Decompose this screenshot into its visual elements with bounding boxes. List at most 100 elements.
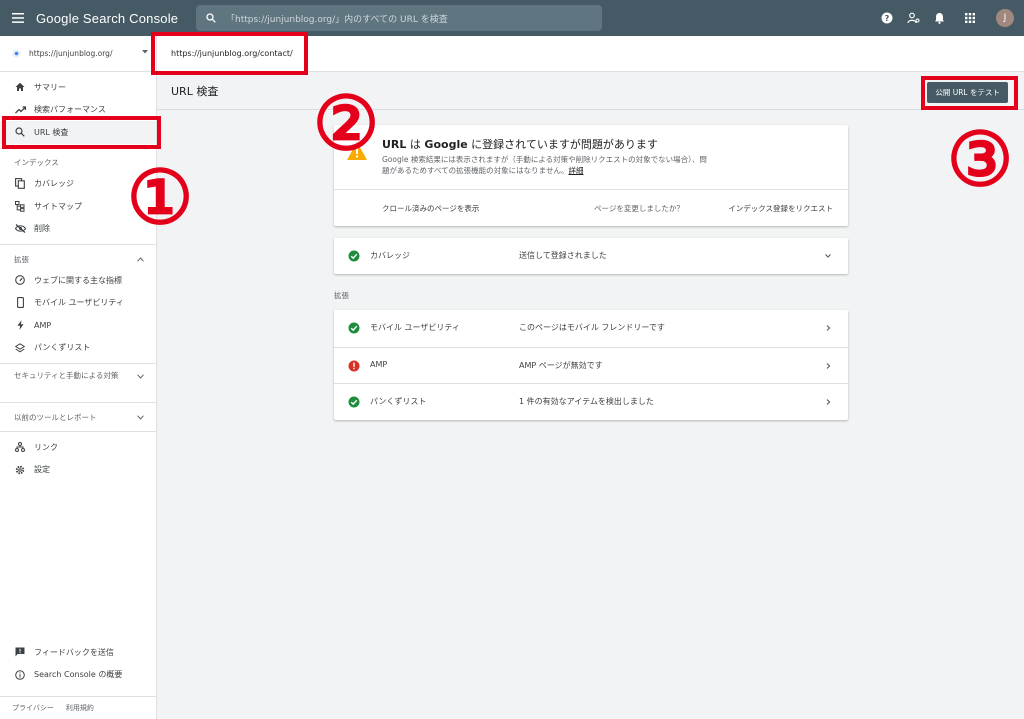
sidebar-divider (0, 363, 156, 364)
page-header: URL 検査 公開 URL をテスト (157, 72, 1024, 110)
coverage-card: カバレッジ 送信して登録されました (334, 238, 848, 274)
sidebar-item-label: モバイル ユーザビリティ (34, 298, 124, 308)
home-icon (14, 81, 26, 93)
view-crawled-page-button[interactable]: クロール済みのページを表示 (382, 203, 479, 214)
annotation-number-3: ③ (946, 117, 1014, 203)
enhancement-value: 1 件の有効なアイテムを検出しました (519, 397, 654, 406)
request-indexing-button[interactable]: インデックス登録をリクエスト (728, 203, 833, 214)
sidebar-item-label: サマリー (34, 82, 66, 92)
terms-link[interactable]: 利用規約 (66, 703, 94, 713)
sidebar-item-label: カバレッジ (34, 179, 74, 189)
chevron-down-icon (825, 254, 831, 258)
url-search-box[interactable]: 「https://junjunblog.org/」内のすべての URL を検査 (196, 5, 602, 31)
sidebar-item-label: ウェブに関する主な指標 (34, 275, 122, 285)
dropdown-caret-icon (142, 50, 148, 54)
sidebar-divider (0, 431, 156, 432)
index-status-card: URL は Google に登録されていますが問題があります Google 検索… (334, 125, 848, 226)
search-icon (206, 13, 216, 23)
privacy-link[interactable]: プライバシー (12, 703, 54, 713)
sidebar-item-label: 検索パフォーマンス (34, 105, 106, 115)
sidebar-item-feedback[interactable]: フィードバックを送信 (0, 641, 156, 664)
phone-icon (14, 297, 26, 309)
sidebar-item-amp[interactable]: AMP (0, 314, 156, 337)
status-desc-text: Google 検索結果には表示されますが（手動による対策や削除リクエストの対象で… (382, 155, 707, 175)
annotation-box-url-inspection (2, 116, 161, 149)
coverage-row[interactable]: カバレッジ 送信して登録されました (334, 238, 848, 275)
section-security-toggle[interactable]: セキュリティと手動による対策 (0, 368, 156, 398)
status-title-brand: Google (424, 138, 468, 151)
sidebar-item-about[interactable]: Search Console の概要 (0, 664, 156, 687)
sidebar-divider (0, 402, 156, 403)
chevron-up-icon (137, 256, 144, 262)
property-globe-icon (12, 49, 21, 58)
learn-more-link[interactable]: 詳細 (568, 166, 583, 175)
error-circle-icon (348, 360, 360, 371)
status-title-rest: に登録されていますが問題があります (467, 138, 658, 151)
gear-icon (14, 464, 26, 476)
enhancement-value: AMP ページが無効です (519, 360, 603, 370)
sidebar-item-label: AMP (34, 320, 52, 330)
sidebar-item-label: Search Console の概要 (34, 670, 123, 680)
annotation-number-2: ② (312, 81, 380, 167)
status-actions: クロール済みのページを表示 ページを変更しましたか？ インデックス登録をリクエス… (334, 189, 848, 226)
sidebar-item-label: 削除 (34, 224, 50, 234)
svg-text:?: ? (885, 14, 890, 23)
notifications-icon[interactable] (926, 0, 952, 36)
annotation-number-1: ① (126, 155, 194, 241)
section-legacy-toggle[interactable]: 以前のツールとレポート (0, 407, 156, 427)
sitemap-icon (14, 200, 26, 212)
section-security-label: セキュリティと手動による対策 (14, 371, 119, 380)
chevron-down-icon (137, 374, 144, 379)
manage-accounts-icon[interactable] (900, 0, 926, 36)
annotation-box-url-bar (151, 32, 308, 75)
enhancement-row-breadcrumbs[interactable]: パンくずリスト 1 件の有効なアイテムを検出しました (334, 383, 848, 420)
sidebar-item-settings[interactable]: 設定 (0, 459, 156, 482)
sidebar-item-breadcrumbs[interactable]: パンくずリスト (0, 337, 156, 360)
coverage-name: カバレッジ (370, 251, 410, 260)
bolt-icon (14, 319, 26, 331)
enhancement-row-amp[interactable]: AMP AMP ページが無効です (334, 346, 848, 384)
enhancements-card: モバイル ユーザビリティ このページはモバイル フレンドリーです AMP AMP… (334, 310, 848, 420)
index-status-description: Google 検索結果には表示されますが（手動による対策や削除リクエストの対象で… (382, 154, 712, 176)
sidebar-item-label: サイトマップ (34, 201, 82, 211)
enhancements-section-label: 拡張 (334, 291, 349, 300)
sidebar-item-mobile-usability[interactable]: モバイル ユーザビリティ (0, 292, 156, 315)
info-icon (14, 669, 26, 681)
enhancement-value: このページはモバイル フレンドリーです (519, 323, 665, 332)
chevron-right-icon (826, 399, 831, 405)
layers-icon (14, 342, 26, 354)
chevron-down-icon (137, 414, 144, 420)
section-legacy-label: 以前のツールとレポート (14, 412, 97, 422)
enhancement-name: AMP (370, 359, 388, 369)
section-enhancements-toggle[interactable]: 拡張 (0, 249, 156, 269)
menu-icon[interactable] (0, 0, 36, 36)
page-title: URL 検査 (171, 84, 219, 98)
check-circle-icon (348, 396, 360, 408)
app-logo[interactable]: Google Search Console (36, 11, 196, 26)
apps-grid-icon[interactable] (952, 0, 988, 36)
copy-icon (14, 178, 26, 190)
gauge-icon (14, 274, 26, 286)
chevron-right-icon (826, 325, 831, 331)
property-label: https://junjunblog.org/ (29, 49, 113, 58)
search-placeholder: 「https://junjunblog.org/」内のすべての URL を検査 (226, 14, 448, 25)
sidebar-item-label: 設定 (34, 465, 50, 475)
sidebar-item-summary[interactable]: サマリー (0, 76, 156, 99)
page-changed-question: ページを変更しましたか？ (594, 204, 684, 213)
annotation-box-test-button (921, 76, 1018, 110)
check-circle-icon (348, 322, 360, 334)
top-app-bar: Google Search Console 「https://junjunblo… (0, 0, 1024, 36)
account-avatar[interactable]: J (996, 9, 1014, 27)
trending-icon (14, 104, 26, 116)
property-selector[interactable]: https://junjunblog.org/ (0, 36, 156, 72)
status-title-connector: は (406, 138, 425, 151)
help-icon[interactable]: ? (874, 0, 900, 36)
coverage-value: 送信して登録されました (519, 251, 607, 260)
index-status-title: URL は Google に登録されていますが問題があります (382, 136, 658, 152)
feedback-icon (14, 646, 26, 658)
enhancement-row-mobile-usability[interactable]: モバイル ユーザビリティ このページはモバイル フレンドリーです (334, 310, 848, 347)
sidebar-item-links[interactable]: リンク (0, 436, 156, 459)
link-tree-icon (14, 441, 26, 453)
sidebar-footer: プライバシー 利用規約 (0, 696, 156, 719)
sidebar-item-core-web-vitals[interactable]: ウェブに関する主な指標 (0, 269, 156, 292)
